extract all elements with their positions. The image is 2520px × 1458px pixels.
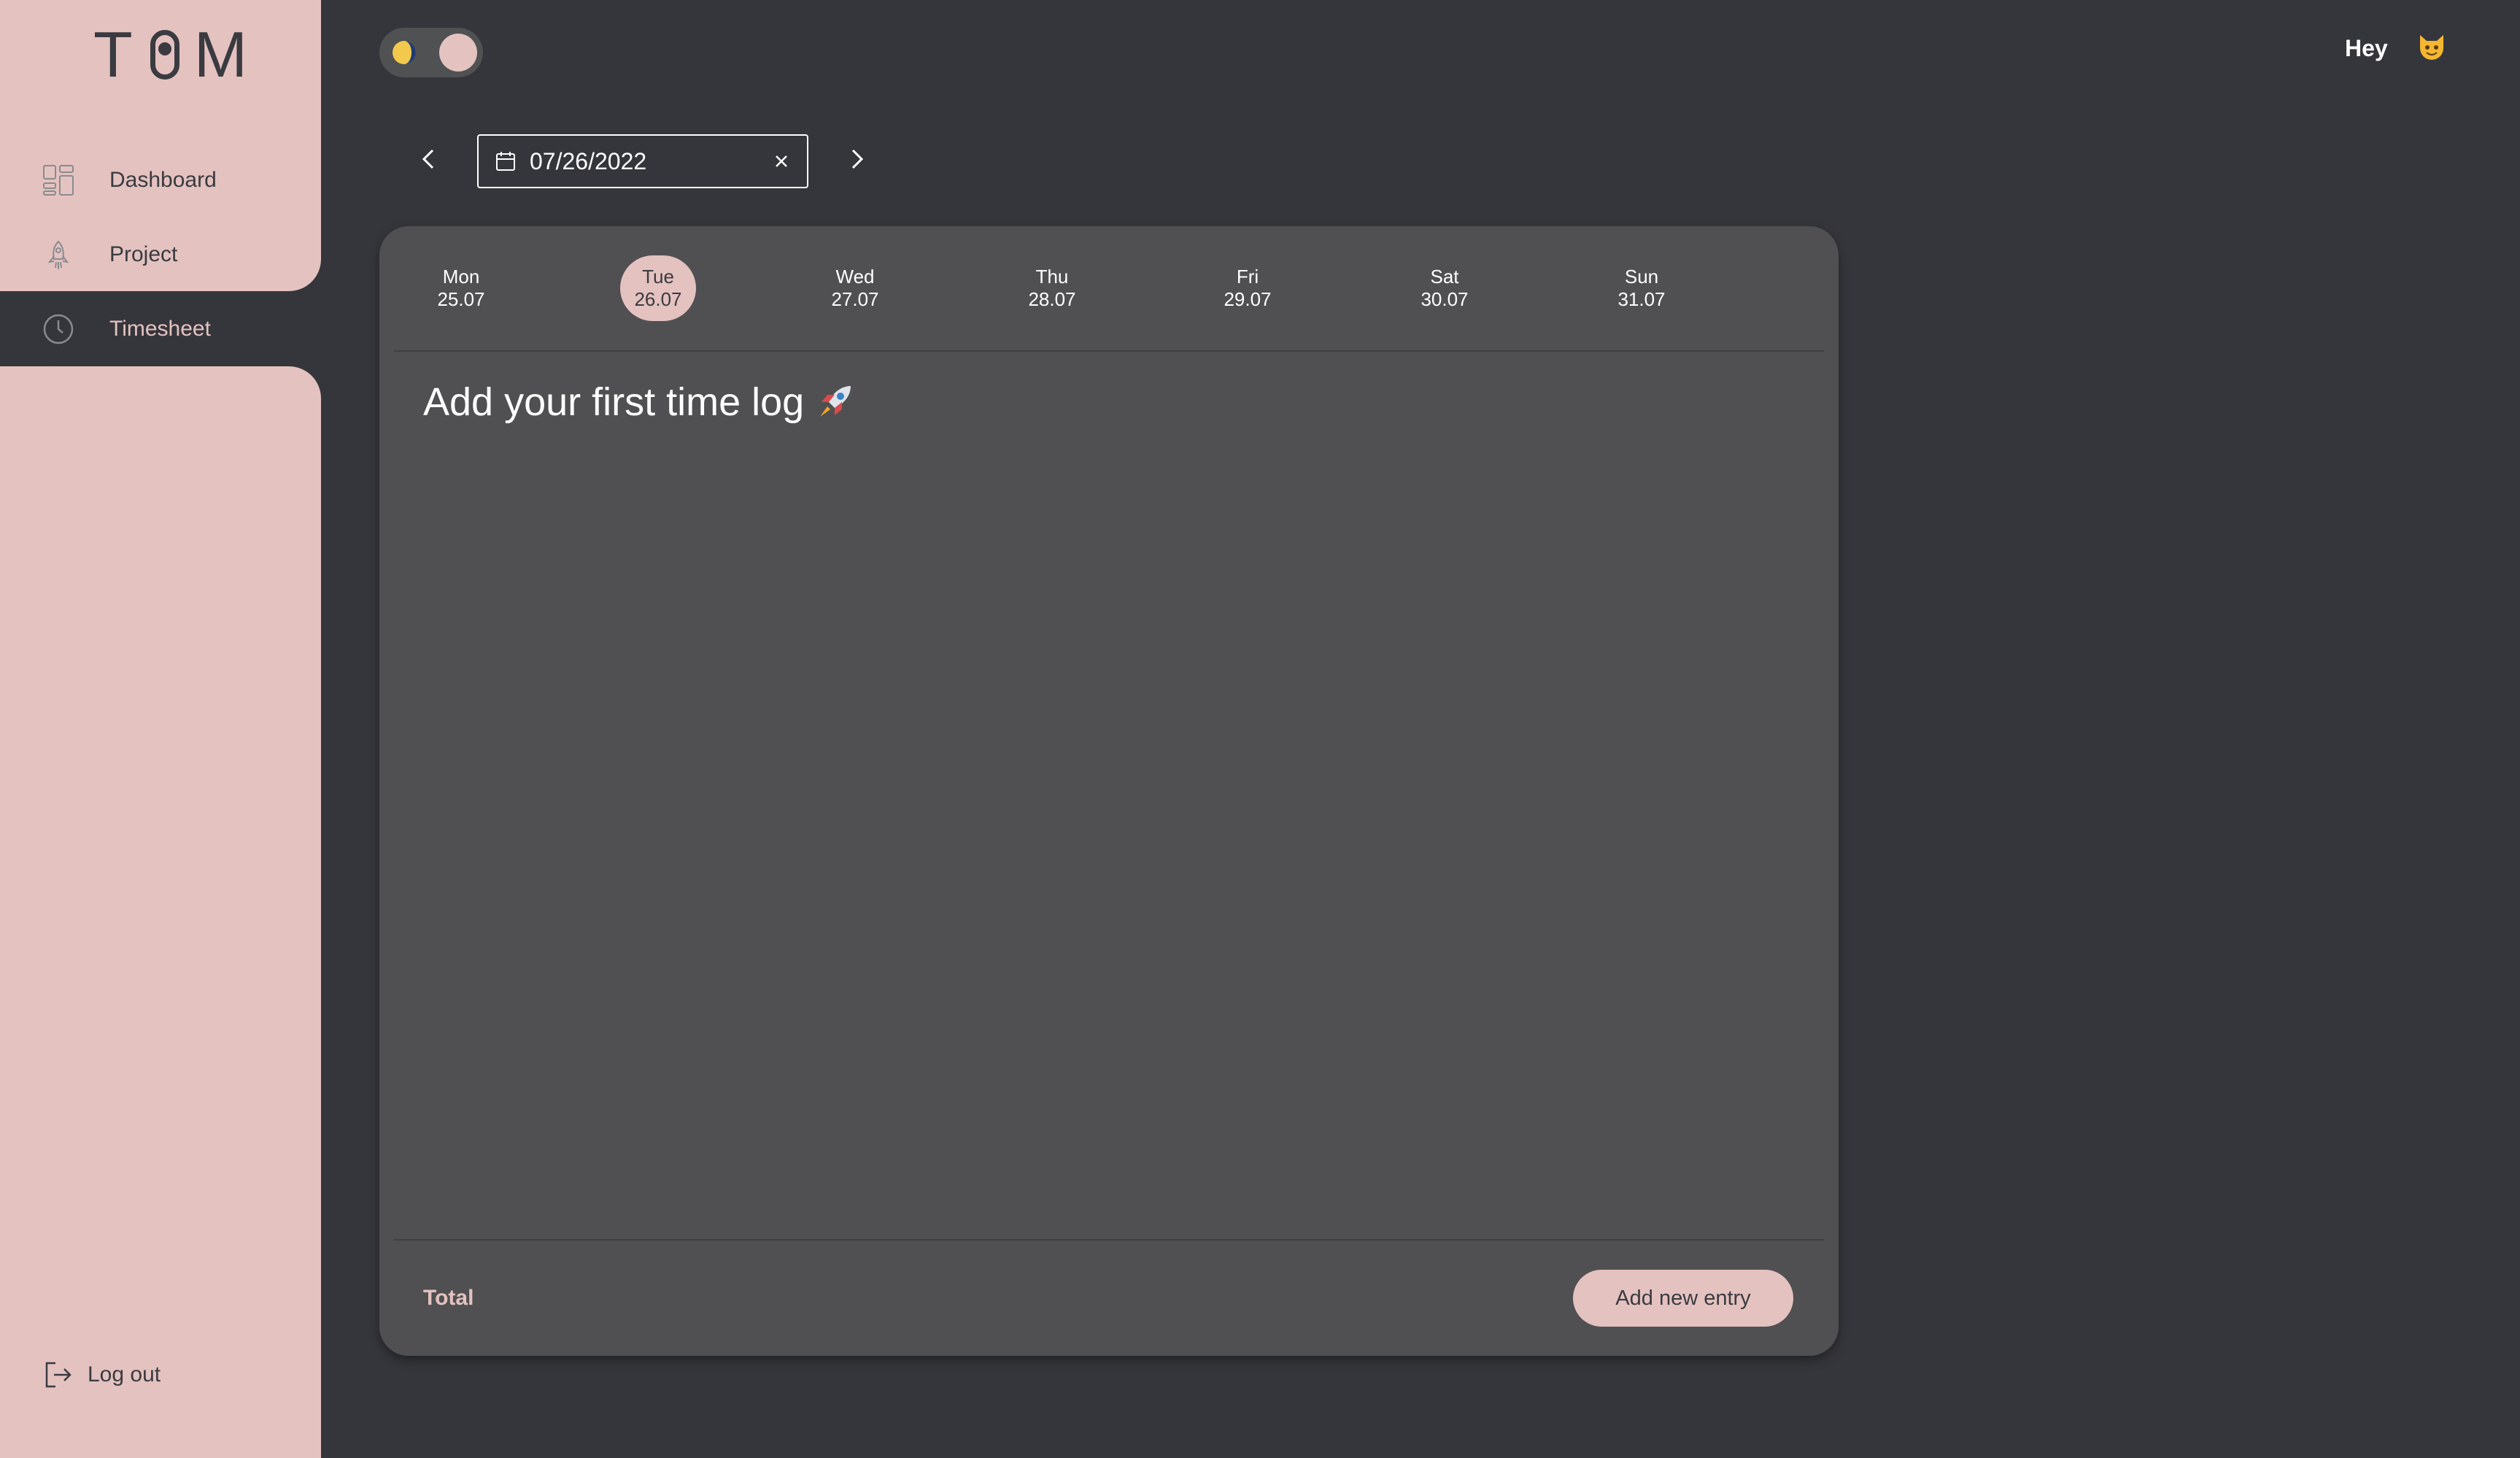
day-date: 25.07 <box>437 288 485 310</box>
empty-state-message: Add your first time log <box>423 379 857 425</box>
empty-state-text: Add your first time log <box>423 380 805 424</box>
day-name: Wed <box>835 266 875 288</box>
sidebar-item-label: Project <box>109 242 178 266</box>
cat-face-icon[interactable] <box>2416 32 2447 63</box>
day-date: 28.07 <box>1028 288 1076 310</box>
next-day-button[interactable] <box>840 143 873 175</box>
logo-letter-t: T <box>93 18 136 90</box>
moon-icon <box>391 39 417 66</box>
logout-button[interactable]: Log out <box>42 1359 161 1391</box>
clock-icon <box>42 313 74 345</box>
rocket-emoji-icon <box>813 380 857 424</box>
day-tab-mon[interactable]: Mon 25.07 <box>423 255 499 321</box>
day-name: Sun <box>1624 266 1659 288</box>
sidebar-item-dashboard[interactable]: Dashboard <box>22 143 321 217</box>
sidebar-bottom <box>0 366 321 1458</box>
logout-label: Log out <box>88 1362 161 1386</box>
add-new-entry-button[interactable]: Add new entry <box>1573 1270 1793 1327</box>
timesheet-card: Mon 25.07 Tue 26.07 Wed 27.07 Thu 28.07 … <box>379 226 1839 1356</box>
logo-letter-m: M <box>193 18 251 90</box>
toggle-knob <box>439 34 477 72</box>
week-day-selector: Mon 25.07 Tue 26.07 Wed 27.07 Thu 28.07 … <box>379 226 1839 350</box>
rocket-icon <box>42 239 74 271</box>
date-value: 07/26/2022 <box>530 147 647 174</box>
day-tab-fri[interactable]: Fri 29.07 <box>1210 255 1286 321</box>
dashboard-icon <box>42 164 74 196</box>
day-date: 27.07 <box>831 288 879 310</box>
day-name: Tue <box>642 266 674 288</box>
day-date: 31.07 <box>1617 288 1666 310</box>
greeting-text: Hey <box>2345 35 2388 61</box>
day-tab-sat[interactable]: Sat 30.07 <box>1407 255 1483 321</box>
day-tab-sun[interactable]: Sun 31.07 <box>1604 255 1680 321</box>
sidebar-item-project[interactable]: Project <box>22 217 321 292</box>
day-date: 26.07 <box>634 288 682 310</box>
bottom-divider <box>394 1239 1824 1241</box>
calendar-icon <box>495 150 517 172</box>
top-divider <box>394 350 1824 352</box>
previous-day-button[interactable] <box>413 143 445 175</box>
day-date: 30.07 <box>1421 288 1469 310</box>
chevron-right-icon <box>851 149 864 169</box>
date-picker-field[interactable]: 07/26/2022 <box>477 134 808 188</box>
app-logo[interactable]: T M <box>93 18 250 90</box>
day-name: Fri <box>1236 266 1259 288</box>
logo-pill-icon <box>150 30 179 80</box>
day-tab-thu[interactable]: Thu 28.07 <box>1014 255 1090 321</box>
sidebar-item-label: Dashboard <box>109 168 217 192</box>
theme-toggle[interactable] <box>379 28 483 77</box>
sidebar-item-timesheet[interactable]: Timesheet <box>22 292 321 366</box>
day-date: 29.07 <box>1224 288 1272 310</box>
day-tab-wed[interactable]: Wed 27.07 <box>817 255 893 321</box>
day-name: Thu <box>1035 266 1069 288</box>
close-icon[interactable] <box>770 150 792 172</box>
day-name: Mon <box>442 266 480 288</box>
day-tab-tue[interactable]: Tue 26.07 <box>620 255 696 321</box>
total-label: Total <box>423 1286 474 1310</box>
chevron-left-icon <box>422 149 434 169</box>
logout-icon <box>42 1359 74 1391</box>
sidebar-item-label: Timesheet <box>109 317 211 341</box>
day-name: Sat <box>1430 266 1459 288</box>
